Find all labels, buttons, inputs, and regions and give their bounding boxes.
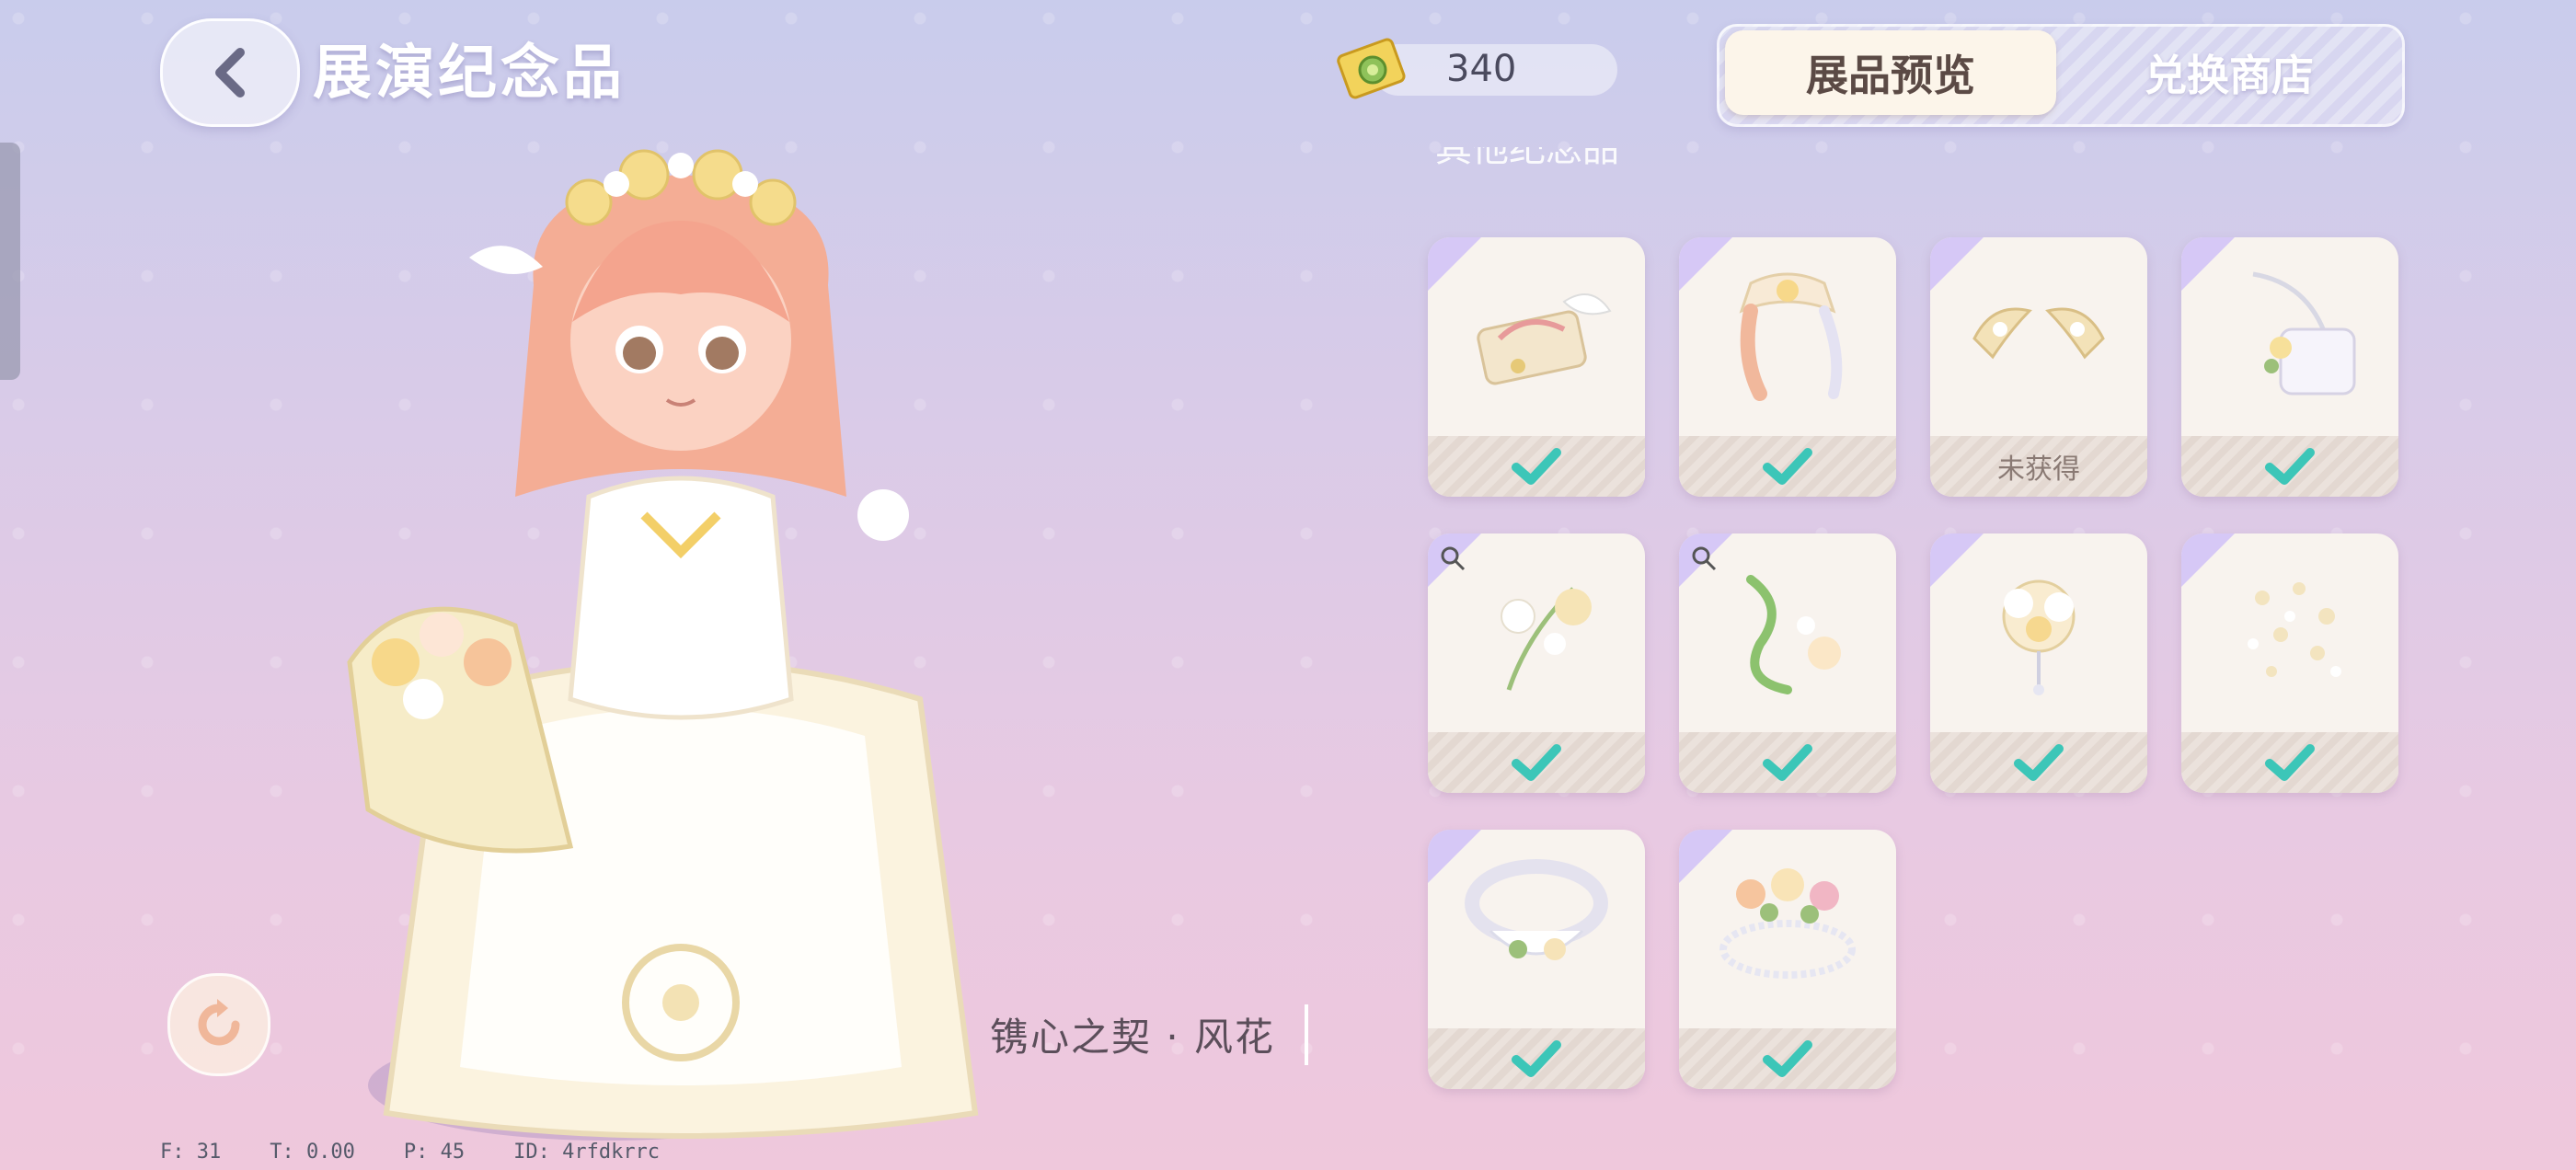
- check-icon: [1763, 1040, 1812, 1077]
- handbag-icon: [2252, 271, 2356, 396]
- tab-exchange-shop[interactable]: 兑换商店: [2064, 30, 2395, 115]
- item-card[interactable]: [1679, 237, 1896, 497]
- item-card[interactable]: [1930, 533, 2147, 793]
- check-icon: [2014, 744, 2064, 781]
- not-obtained-label: 未获得: [1997, 453, 2080, 486]
- item-card[interactable]: [1428, 830, 1645, 1089]
- hair-accessory-icon: [1477, 293, 1612, 385]
- item-card[interactable]: [1428, 237, 1645, 497]
- card-status-bar: [1679, 436, 1896, 497]
- check-icon: [1512, 1040, 1561, 1077]
- check-icon: [1763, 744, 1812, 781]
- card-status-bar: [1428, 436, 1645, 497]
- ticket-coin-icon: [1337, 38, 1406, 99]
- section-title-partial: 其他纪念品: [1435, 147, 1619, 184]
- flower-brooch-icon: [2002, 579, 2076, 695]
- item-card[interactable]: [1428, 533, 1645, 793]
- tab-exhibit-preview[interactable]: 展品预览: [1725, 30, 2056, 115]
- check-icon: [1512, 744, 1561, 781]
- character-model: [347, 149, 979, 1141]
- item-card[interactable]: [1679, 533, 1896, 793]
- flower-crown-icon: [1719, 868, 1856, 979]
- chevron-left-icon: [215, 48, 245, 98]
- check-icon: [2265, 448, 2315, 485]
- currency-display: 340: [1336, 33, 1617, 99]
- card-status-bar: [1930, 732, 2147, 793]
- currency-value: 340: [1446, 48, 1517, 90]
- back-button[interactable]: [160, 18, 300, 127]
- item-card[interactable]: [2181, 533, 2398, 793]
- check-icon: [1763, 448, 1812, 485]
- card-status-bar: [1679, 1028, 1896, 1089]
- check-icon: [2265, 744, 2315, 781]
- floral-collar-icon: [1465, 859, 1608, 960]
- card-status-bar: [1428, 732, 1645, 793]
- card-status-bar: [1679, 732, 1896, 793]
- rotate-icon: [198, 999, 240, 1046]
- section-title-text: 其他纪念品: [1435, 147, 1619, 170]
- debug-stats: F: 31 T: 0.00 P: 45 ID: 4rfdkrrc: [160, 1141, 661, 1164]
- side-drawer-handle[interactable]: [0, 143, 20, 380]
- card-status-bar: 未获得: [1930, 436, 2147, 497]
- petal-effect-icon: [2248, 582, 2341, 677]
- card-status-bar: [2181, 436, 2398, 497]
- wings-ornament-icon: [1972, 307, 2105, 360]
- card-status-bar: [1428, 1028, 1645, 1089]
- item-card[interactable]: [2181, 237, 2398, 497]
- bow-ribbon-icon: [1739, 272, 1843, 401]
- rotate-button[interactable]: [167, 973, 270, 1076]
- item-card[interactable]: 未获得: [1930, 237, 2147, 497]
- green-vine-icon: [1746, 575, 1841, 694]
- outfit-name: 镌心之契 · 风花: [990, 1015, 1276, 1060]
- name-divider: [1305, 1004, 1308, 1065]
- page-title: 展演纪念品: [313, 40, 626, 108]
- flower-vine-icon: [1501, 587, 1592, 691]
- card-status-bar: [2181, 732, 2398, 793]
- tab-bar: 展品预览 兑换商店: [1717, 24, 2405, 127]
- item-card[interactable]: [1679, 830, 1896, 1089]
- check-icon: [1512, 448, 1561, 485]
